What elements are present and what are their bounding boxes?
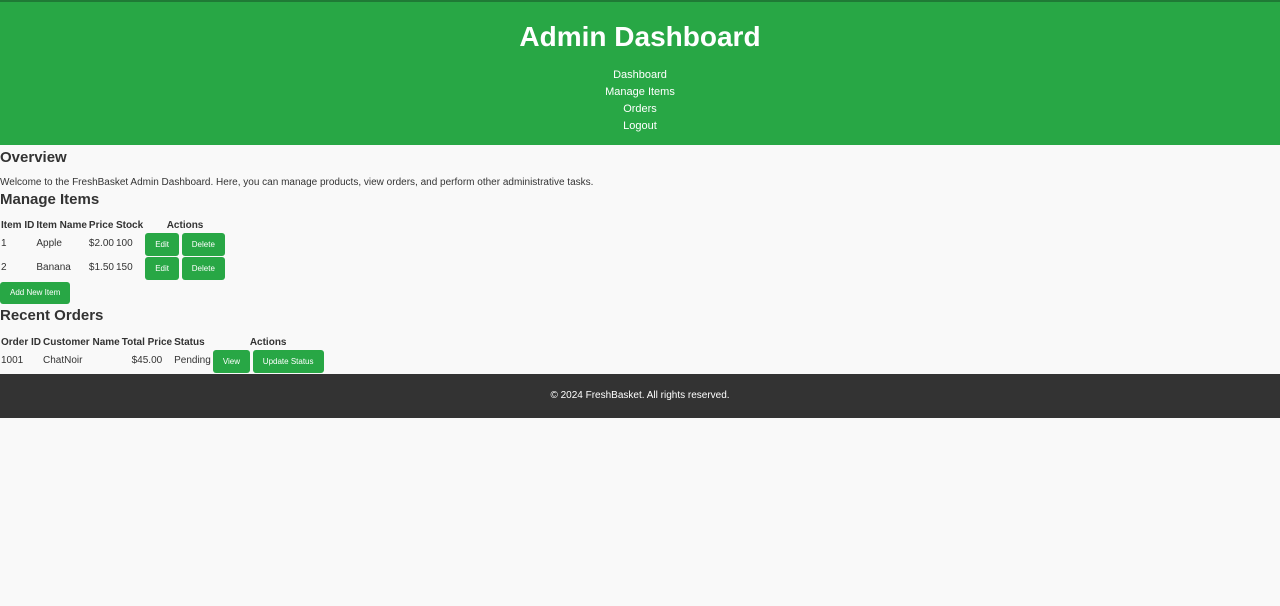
order-status: Pending [174,355,211,366]
items-header-row: Item ID Item Name Price Stock Actions [0,220,226,232]
item-name: Banana [36,262,71,273]
orders-table: Order ID Customer Name Total Price Statu… [0,337,325,373]
page-header: Admin Dashboard Dashboard Manage Items O… [0,2,1280,145]
add-new-item-button[interactable]: Add New Item [0,282,71,304]
order-customer: ChatNoir [43,355,83,366]
col-item-id: Item ID [1,220,35,231]
main-content: Overview Welcome to the FreshBasket Admi… [0,149,1280,373]
items-table: Item ID Item Name Price Stock Actions 1 … [0,220,226,280]
page-title: Admin Dashboard [519,21,761,52]
item-actions: Edit Delete [144,256,226,280]
update-status-button[interactable]: Update Status [252,349,324,373]
col-order-id: Order ID [1,337,42,348]
footer-text: © 2024 FreshBasket. All rights reserved. [550,390,730,401]
col-item-name: Item Name [36,220,87,231]
col-actions: Actions [166,220,204,231]
delete-button[interactable]: Delete [181,232,225,256]
item-price: $2.00 [88,238,114,249]
item-id: 2 [1,262,7,273]
orders-header-row: Order ID Customer Name Total Price Statu… [0,337,325,349]
edit-button[interactable]: Edit [145,232,179,256]
order-id: 1001 [1,355,24,366]
item-price: $1.50 [88,262,114,273]
delete-button[interactable]: Delete [181,256,225,280]
col-status: Status [174,337,205,348]
item-stock: 100 [115,238,133,249]
col-order-actions: Actions [249,337,287,348]
recent-orders-section: Recent Orders Order ID Customer Name Tot… [0,307,1280,373]
overview-heading: Overview [0,149,67,166]
recent-orders-heading: Recent Orders [0,307,104,324]
edit-button[interactable]: Edit [145,256,179,280]
item-id: 1 [1,238,7,249]
item-stock: 150 [115,262,133,273]
table-row: 2 Banana $1.50 150 Edit Delete [0,256,226,280]
col-price: Price [88,220,114,231]
overview-text: Welcome to the FreshBasket Admin Dashboa… [0,177,594,188]
table-row: 1 Apple $2.00 100 Edit Delete [0,232,226,256]
manage-items-heading: Manage Items [0,191,100,208]
manage-items-section: Manage Items Item ID Item Name Price Sto… [0,191,1280,304]
nav-link-orders[interactable]: Orders [0,101,1280,118]
nav-link-dashboard[interactable]: Dashboard [0,67,1280,84]
table-row: 1001 ChatNoir $45.00 Pending View Update… [0,349,325,373]
nav-link-logout[interactable]: Logout [0,118,1280,135]
page-footer: © 2024 FreshBasket. All rights reserved. [0,374,1280,418]
item-name: Apple [36,238,62,249]
overview-section: Overview Welcome to the FreshBasket Admi… [0,149,1280,189]
main-nav: Dashboard Manage Items Orders Logout [0,67,1280,135]
order-total: $45.00 [131,355,163,366]
col-customer-name: Customer Name [43,337,120,348]
col-total-price: Total Price [121,337,173,348]
nav-link-manage-items[interactable]: Manage Items [0,84,1280,101]
view-button[interactable]: View [212,349,251,373]
item-actions: Edit Delete [144,232,226,256]
order-actions: View Update Status [212,349,325,373]
col-stock: Stock [115,220,144,231]
